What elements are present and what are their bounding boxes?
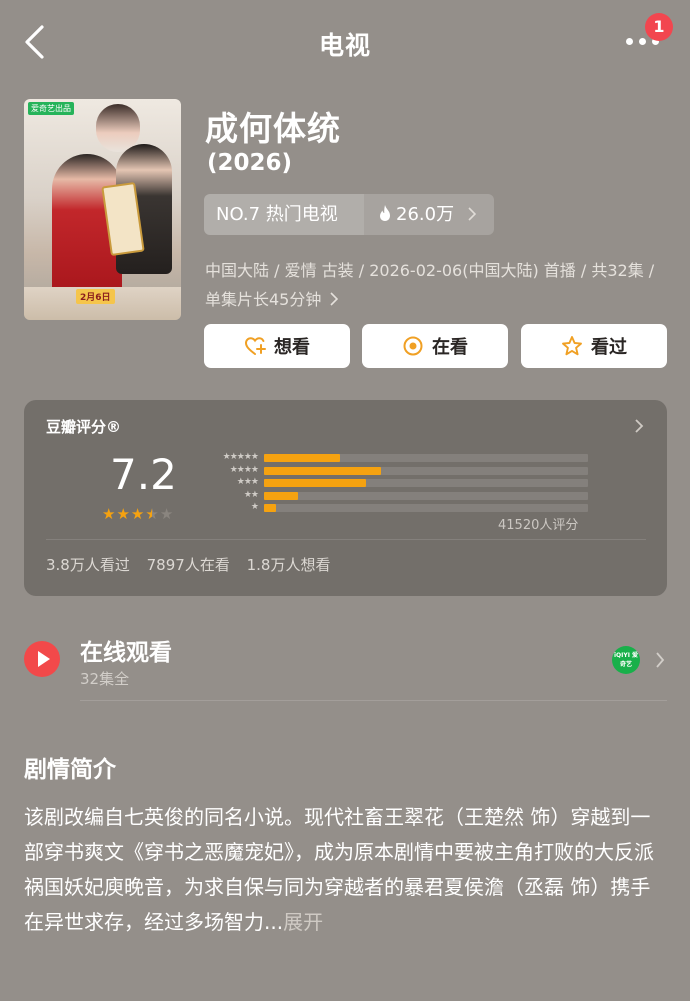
rating-bar-row: ★★ <box>200 490 590 502</box>
show-year: (2026) <box>207 150 293 176</box>
episode-count: 32集全 <box>80 670 130 688</box>
watched-label: 看过 <box>591 337 627 358</box>
rating-bar-row: ★★★★ <box>200 465 590 477</box>
rating-title: 豆瓣评分® <box>46 418 122 436</box>
page-title: 电视 <box>318 31 371 60</box>
poster-date-label: 2月6日 <box>76 289 115 304</box>
bar-star-label: ★★★ <box>236 477 259 488</box>
rank-pill[interactable]: NO.7 热门电视 26.0万 <box>204 194 494 235</box>
bar-track <box>264 466 588 475</box>
show-meta[interactable]: 中国大陆 / 爱情 古装 / 2026-02-06(中国大陆) 首播 / 共32… <box>205 256 667 314</box>
rating-bar-fill <box>264 466 381 475</box>
star-icon: ★ <box>116 505 130 523</box>
want-count[interactable]: 1.8万人想看 <box>247 556 331 574</box>
bar-star-label: ★★ <box>243 489 259 500</box>
watched-count[interactable]: 3.8万人看过 <box>46 556 130 574</box>
rating-count: 41520人评分 <box>498 518 579 533</box>
rating-stats: 3.8万人看过 7897人在看 1.8万人想看 <box>46 554 342 575</box>
rating-score: 7.2 <box>110 450 177 499</box>
synopsis-text: 该剧改编自七英俊的同名小说。现代社畜王翠花（王楚然 饰）穿越到一部穿书爽文《穿书… <box>24 800 669 940</box>
bar-star-label: ★★★★★ <box>222 452 259 462</box>
watching-button[interactable]: 在看 <box>362 324 508 368</box>
rating-bar-row: ★ <box>200 502 590 514</box>
notification-badge: 1 <box>645 13 673 41</box>
show-meta-text: 中国大陆 / 爱情 古装 / 2026-02-06(中国大陆) 首播 / 共32… <box>205 261 655 309</box>
flame-icon <box>380 205 390 221</box>
want-to-watch-label: 想看 <box>274 337 310 358</box>
heart-plus-icon <box>244 337 266 355</box>
poster-platform-tag: 爱奇艺出品 <box>28 102 74 115</box>
rating-bar-row: ★★★★★ <box>200 452 590 464</box>
rating-stars: ★ ★ ★ ★ ★ <box>102 506 173 522</box>
star-icon: ★ <box>145 505 159 523</box>
bar-star-label: ★★★★ <box>229 464 259 475</box>
watching-count[interactable]: 7897人在看 <box>147 556 230 574</box>
chevron-right-icon <box>330 292 339 306</box>
bar-star-label: ★ <box>250 502 259 513</box>
rating-bar-fill <box>264 504 276 513</box>
rank-label[interactable]: NO.7 热门电视 <box>204 194 364 235</box>
iqiyi-logo-icon[interactable]: iQIYI 爱奇艺 <box>612 646 640 674</box>
chevron-right-icon <box>468 207 476 221</box>
bar-track <box>264 454 588 462</box>
chevron-right-icon[interactable] <box>655 651 665 669</box>
divider <box>46 539 646 540</box>
rating-bar-fill <box>264 491 299 500</box>
bar-track <box>264 491 588 500</box>
want-to-watch-button[interactable]: 想看 <box>204 324 350 368</box>
watched-button[interactable]: 看过 <box>521 324 667 368</box>
watch-online-title[interactable]: 在线观看 <box>80 633 172 667</box>
heat-value: 26.0万 <box>396 204 455 225</box>
watching-label: 在看 <box>432 337 468 358</box>
star-outline-icon <box>562 336 582 356</box>
show-title: 成何体统 <box>205 109 341 148</box>
chevron-right-icon <box>635 419 644 433</box>
synopsis-title: 剧情简介 <box>24 757 116 783</box>
rating-bar-fill <box>264 479 367 488</box>
poster-image[interactable]: 爱奇艺出品 2月6日 <box>24 99 181 320</box>
divider <box>80 700 667 701</box>
rating-bar-fill <box>264 454 341 462</box>
play-icon[interactable] <box>24 641 60 677</box>
synopsis-body: 该剧改编自七英俊的同名小说。现代社畜王翠花（王楚然 饰）穿越到一部穿书爽文《穿书… <box>24 805 654 934</box>
target-icon <box>403 336 423 356</box>
star-icon: ★ <box>102 505 116 523</box>
expand-link[interactable]: 展开 <box>283 910 323 934</box>
rating-bar-row: ★★★ <box>200 477 590 489</box>
heat-label[interactable]: 26.0万 <box>364 194 494 235</box>
bar-track <box>264 479 588 488</box>
bar-track <box>264 504 588 513</box>
star-icon: ★ <box>159 505 174 523</box>
star-icon: ★ <box>130 505 145 523</box>
douban-rating-card[interactable]: 豆瓣评分® 7.2 ★ ★ ★ ★ ★ 41520人评分 3.8万人看过 7897人在看… <box>24 400 667 596</box>
